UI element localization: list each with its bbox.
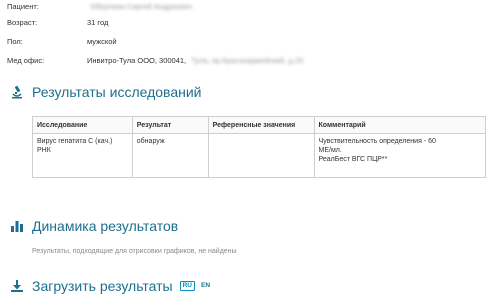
age-value: 31 год (87, 18, 109, 27)
results-section-header: Результаты исследований (10, 82, 201, 102)
test-name-line1: Вирус гепатита С (кач.) (37, 138, 113, 145)
comment-line2: МЕ/мл. (318, 147, 342, 154)
office-address: Тула, пр.Красноармейский, д.25 (191, 56, 304, 65)
test-name-line2: РНК (37, 147, 51, 154)
download-ru-button[interactable]: RU (179, 281, 195, 291)
cell-reference (207, 133, 315, 178)
download-icon (10, 279, 24, 293)
cell-result: обнаруж (131, 133, 209, 178)
column-header-result: Результат (131, 116, 209, 134)
download-section-header: Загрузить результаты RU EN (10, 276, 210, 296)
table-row: Вирус гепатита С (кач.) РНК обнаруж Чувс… (32, 133, 487, 178)
age-label: Возраст: (7, 18, 38, 27)
patient-name: Обертман Сергей Андреевич (90, 2, 193, 11)
column-header-test: Исследование (32, 116, 133, 134)
dynamics-section-title: Динамика результатов (32, 218, 179, 234)
results-table: Исследование Результат Референсные значе… (32, 116, 487, 178)
download-section-title: Загрузить результаты (32, 278, 173, 294)
office-label: Мед офис: (7, 56, 45, 65)
office-name: Инвитро-Тула ООО, 300041, (87, 56, 187, 65)
sex-label: Пол: (7, 37, 23, 46)
column-header-reference: Референсные значения (207, 116, 315, 134)
sex-value: мужской (87, 37, 117, 46)
microscope-icon (10, 85, 24, 99)
column-header-comment: Комментарий (313, 116, 487, 134)
results-section-title: Результаты исследований (32, 84, 202, 100)
dynamics-section-header: Динамика результатов (10, 216, 178, 236)
office-value: Инвитро-Тула ООО, 300041, Тула, пр.Красн… (87, 56, 303, 66)
comment-line3: РеалБест ВГС ПЦР** (318, 156, 388, 163)
download-en-button[interactable]: EN (201, 282, 210, 290)
results-header-row: Исследование Результат Референсные значе… (32, 116, 487, 134)
cell-comment: Чувствительность определения - 60 МЕ/мл.… (313, 133, 487, 178)
bar-chart-icon (10, 219, 24, 233)
patient-label: Пациент: (7, 2, 39, 11)
cell-test: Вирус гепатита С (кач.) РНК (32, 133, 133, 178)
comment-line1: Чувствительность определения - 60 (318, 138, 436, 145)
dynamics-empty-message: Результаты, подходящие для отрисовки гра… (32, 248, 237, 255)
